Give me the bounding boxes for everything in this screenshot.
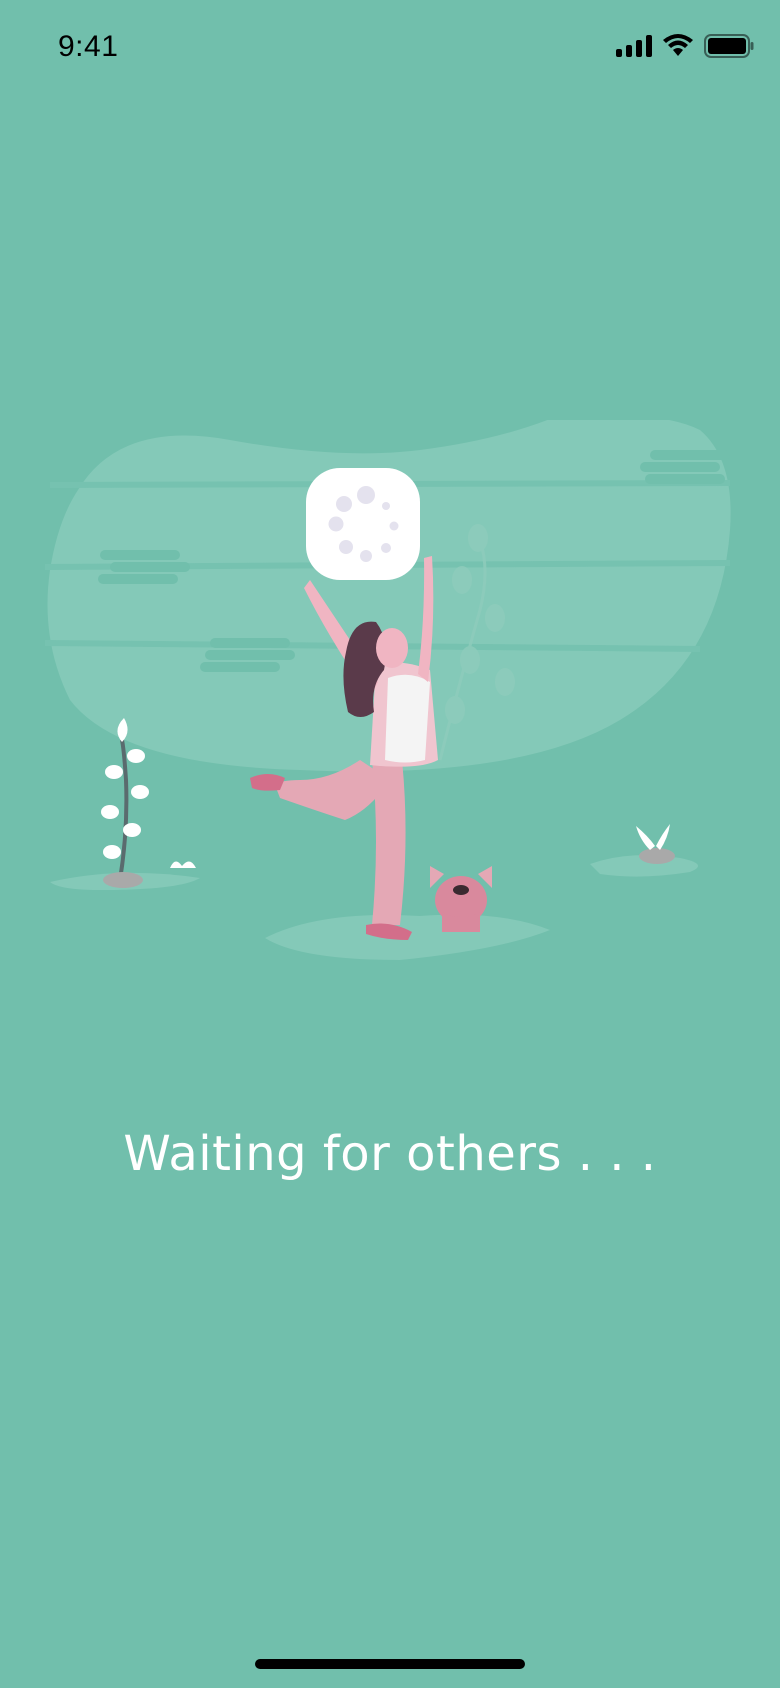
signal-icon [616,35,652,57]
status-icons [616,34,754,58]
status-bar: 9:41 [0,0,780,100]
loading-badge [306,468,420,580]
celebration-illustration [45,414,731,960]
waiting-message: Waiting for others . . . [123,1126,657,1182]
wifi-icon [663,34,693,56]
battery-icon [704,34,754,58]
status-time: 9:41 [58,30,119,63]
home-indicator[interactable] [255,1659,525,1669]
rock-right [636,824,675,864]
illustration [0,414,780,980]
